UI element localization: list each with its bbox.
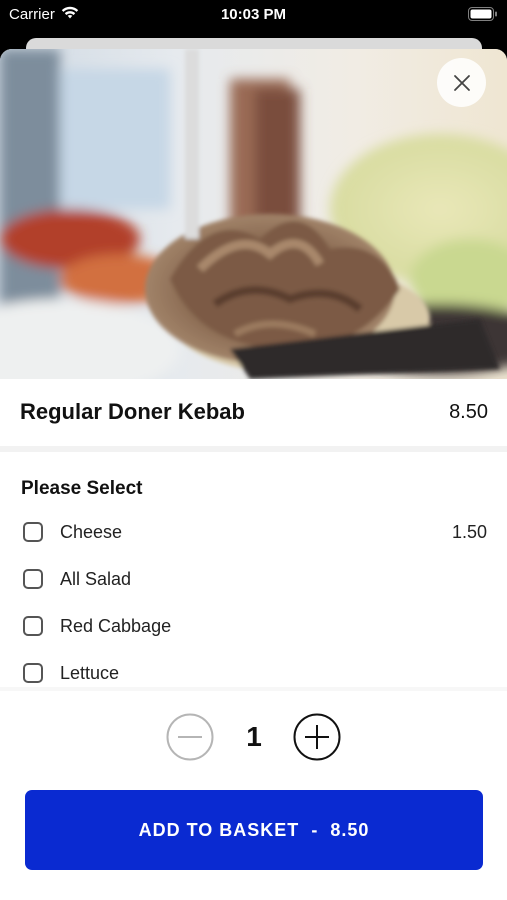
option-label: Lettuce [60,663,120,683]
option-all-salad[interactable]: All Salad [0,561,507,605]
status-time: 10:03 PM [220,6,287,23]
quantity-value: 1 [246,721,262,752]
status-bar: Carrier 10:03 PM [0,0,507,30]
item-name: Regular Doner Kebab [20,399,245,424]
add-to-basket-button[interactable]: ADD TO BASKET - 8.50 [25,790,483,870]
option-label: Cheese [60,522,123,542]
item-detail-sheet: Regular Doner Kebab 8.50 Please Select C… [0,49,507,900]
battery-icon [468,7,498,25]
item-price: 8.50 [449,401,488,423]
item-photo [0,49,507,379]
minus-circle-icon [166,713,214,761]
quantity-stepper: 1 [0,713,507,761]
option-cheese[interactable]: Cheese 1.50 [0,514,507,558]
checkbox[interactable] [23,616,43,636]
increase-quantity-button[interactable] [293,713,341,761]
checkbox[interactable] [23,569,43,589]
checkbox[interactable] [23,522,43,542]
options-list: Please Select Cheese 1.50 All Salad Red … [0,474,507,689]
option-label: All Salad [60,569,132,589]
option-red-cabbage[interactable]: Red Cabbage [0,608,507,652]
section-divider [0,687,507,691]
close-icon [453,74,470,91]
add-button-label: ADD TO BASKET [138,819,300,840]
checkbox[interactable] [23,663,43,683]
item-header: Regular Doner Kebab 8.50 [0,379,507,452]
options-heading: Please Select [21,478,143,499]
add-button-total: 8.50 [330,819,370,840]
decrease-quantity-button[interactable] [166,713,214,761]
close-button[interactable] [437,58,486,107]
add-button-separator: - [311,819,319,840]
plus-circle-icon [293,713,341,761]
option-lettuce[interactable]: Lettuce [0,655,507,689]
option-price: 1.50 [451,522,487,542]
option-label: Red Cabbage [60,616,172,636]
